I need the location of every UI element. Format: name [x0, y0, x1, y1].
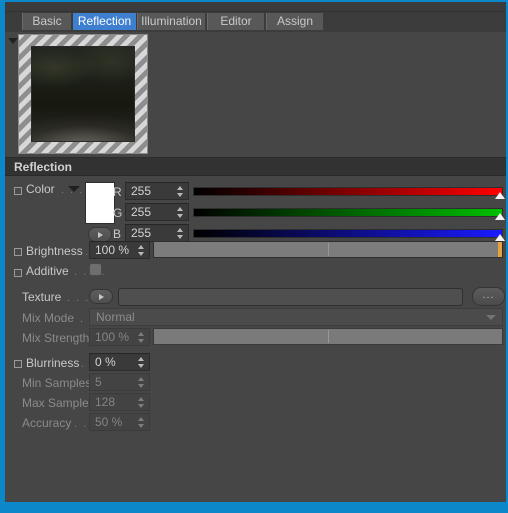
- tab-basic[interactable]: Basic: [22, 13, 72, 30]
- tab-bar: Basic Reflection Illumination Editor Ass…: [5, 2, 506, 32]
- tab-assign[interactable]: Assign: [266, 13, 324, 30]
- mix-strength-input[interactable]: 100 %: [89, 328, 150, 346]
- brightness-stepper[interactable]: [138, 245, 145, 256]
- min-samples-stepper[interactable]: [138, 377, 145, 388]
- blurriness-value: 0 %: [95, 355, 116, 369]
- color-r-slider-handle[interactable]: [495, 192, 505, 199]
- min-samples-input[interactable]: 5: [89, 373, 150, 391]
- tab-editor[interactable]: Editor: [207, 13, 265, 30]
- brightness-slider-handle[interactable]: [498, 242, 502, 257]
- mix-strength-value: 100 %: [95, 330, 130, 344]
- material-preview-image: [31, 46, 135, 142]
- color-r-gradient[interactable]: [193, 187, 503, 196]
- brightness-label: Brightness: [26, 244, 83, 258]
- section-title: Reflection: [14, 160, 73, 174]
- color-g-value: 255: [131, 205, 152, 219]
- color-b-gradient[interactable]: [193, 229, 503, 238]
- color-checkbox[interactable]: [14, 187, 22, 195]
- accuracy-stepper[interactable]: [138, 417, 145, 428]
- material-editor-window: Basic Reflection Illumination Editor Ass…: [0, 0, 508, 513]
- mix-mode-label: Mix Mode: [22, 311, 75, 325]
- color-b-stepper[interactable]: [177, 228, 184, 239]
- color-channel-r-label: R: [113, 185, 122, 199]
- blurriness-input[interactable]: 0 %: [89, 353, 150, 371]
- tab-bar-topline: [5, 2, 506, 12]
- color-b-slider-handle[interactable]: [495, 234, 505, 241]
- color-b-value: 255: [131, 226, 152, 240]
- max-samples-stepper[interactable]: [138, 397, 145, 408]
- color-r-input[interactable]: 255: [125, 182, 189, 200]
- blurriness-label: Blurriness: [26, 356, 80, 370]
- blurriness-stepper[interactable]: [138, 357, 145, 368]
- mix-mode-chevron-down-icon: [486, 315, 496, 320]
- tab-reflection[interactable]: Reflection: [73, 13, 136, 30]
- color-r-stepper[interactable]: [177, 186, 184, 197]
- accuracy-label: Accuracy: [22, 416, 72, 430]
- mix-mode-value: Normal: [96, 310, 135, 324]
- color-g-input[interactable]: 255: [125, 203, 189, 221]
- color-swatch[interactable]: [85, 182, 115, 224]
- color-channel-g-label: G: [113, 206, 123, 220]
- brightness-value: 100 %: [95, 243, 130, 257]
- texture-input[interactable]: [118, 288, 463, 306]
- color-r-value: 255: [131, 184, 152, 198]
- brightness-input[interactable]: 100 %: [89, 241, 150, 259]
- additive-label: Additive: [26, 264, 69, 278]
- preview-collapse-caret-icon[interactable]: [8, 38, 18, 44]
- max-samples-label: Max Samples: [22, 396, 95, 410]
- min-samples-label: Min Samples: [22, 376, 92, 390]
- max-samples-value: 128: [95, 395, 116, 409]
- color-g-stepper[interactable]: [177, 207, 184, 218]
- brightness-checkbox[interactable]: [14, 248, 22, 256]
- texture-label: Texture: [22, 290, 62, 304]
- blurriness-checkbox[interactable]: [14, 360, 22, 368]
- material-preview[interactable]: [18, 34, 148, 154]
- color-channel-b-label: B: [113, 227, 122, 241]
- section-header-reflection[interactable]: Reflection: [5, 157, 506, 176]
- tab-illumination[interactable]: Illumination: [137, 13, 206, 30]
- brightness-slider-center-tick: [328, 243, 329, 256]
- additive-checkbox-marker[interactable]: [14, 269, 22, 277]
- mix-strength-label: Mix Strength: [22, 331, 90, 345]
- texture-browse-button[interactable]: ...: [472, 287, 505, 306]
- panel-body: Basic Reflection Illumination Editor Ass…: [5, 2, 506, 502]
- texture-shader-button[interactable]: [89, 289, 113, 304]
- color-shader-button[interactable]: [88, 227, 112, 242]
- accuracy-value: 50 %: [95, 415, 123, 429]
- max-samples-input[interactable]: 128: [89, 393, 150, 411]
- accuracy-input[interactable]: 50 %: [89, 413, 150, 431]
- min-samples-value: 5: [95, 375, 102, 389]
- color-g-slider-handle[interactable]: [495, 213, 505, 220]
- mix-strength-stepper[interactable]: [138, 332, 145, 343]
- color-chevron-down-icon[interactable]: [68, 186, 80, 192]
- mix-mode-select[interactable]: Normal: [89, 308, 503, 326]
- color-b-input[interactable]: 255: [125, 224, 189, 242]
- color-g-gradient[interactable]: [193, 208, 503, 217]
- color-label: Color: [26, 182, 55, 196]
- additive-toggle[interactable]: [89, 263, 102, 276]
- mix-strength-slider[interactable]: [153, 328, 503, 345]
- mix-strength-slider-center-tick: [328, 330, 329, 343]
- brightness-slider[interactable]: [153, 241, 503, 258]
